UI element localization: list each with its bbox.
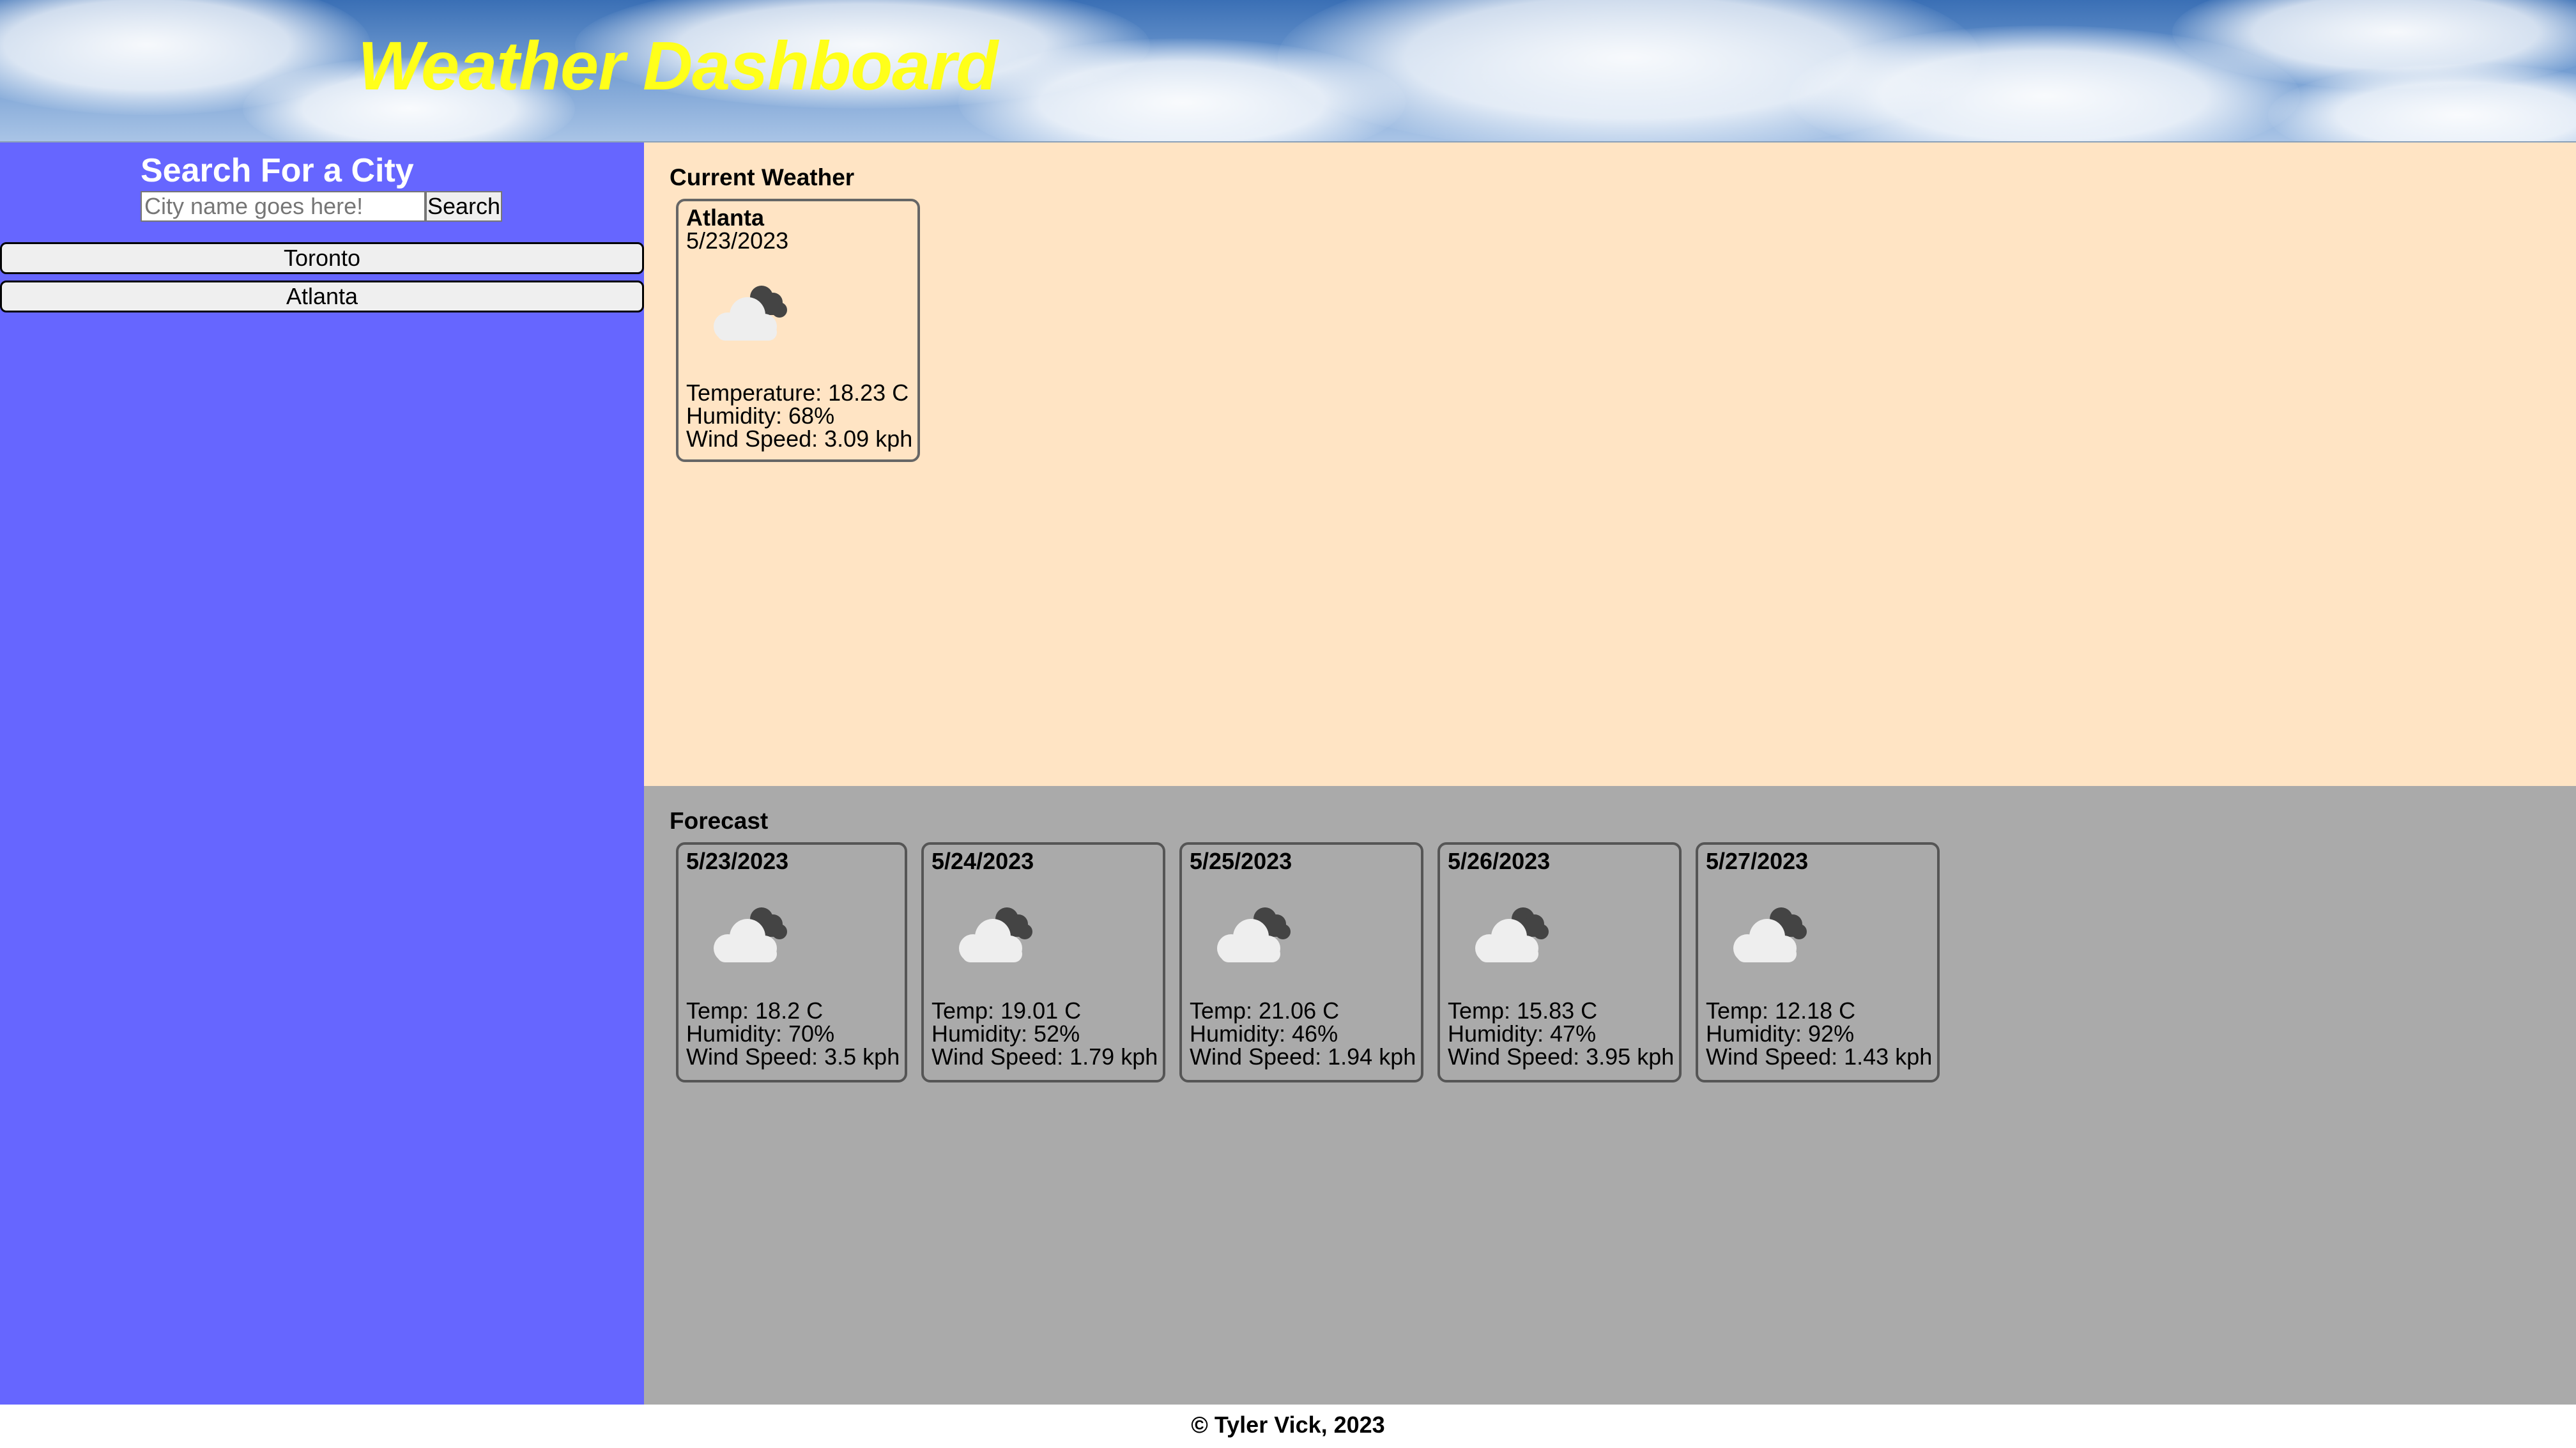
forecast-wind-speed: Wind Speed: 1.79 kph	[931, 1044, 1158, 1070]
forecast-title: Forecast	[670, 808, 769, 834]
cloudy-icon	[1202, 898, 1298, 969]
forecast-wind-speed: Wind Speed: 1.94 kph	[1190, 1044, 1416, 1070]
page: Weather Dashboard Search For a City Sear…	[0, 0, 2576, 1448]
search-heading: Search For a City	[141, 152, 414, 189]
forecast-humidity: Humidity: 47%	[1448, 1021, 1597, 1047]
forecast-humidity: Humidity: 46%	[1190, 1021, 1338, 1047]
forecast-date: 5/23/2023	[686, 848, 789, 874]
forecast-card: 5/23/2023 Temp: 18.2 C Humidity: 70% Win…	[676, 842, 907, 1082]
current-weather-card: Atlanta 5/23/2023 Temperature: 18.23 C H…	[676, 199, 920, 462]
forecast-date: 5/25/2023	[1190, 848, 1292, 874]
current-date: 5/23/2023	[686, 227, 789, 254]
history-button-atlanta[interactable]: Atlanta	[0, 281, 644, 312]
forecast-humidity: Humidity: 70%	[686, 1021, 835, 1047]
cloudy-icon	[699, 277, 795, 347]
cloudy-icon	[1719, 898, 1814, 969]
forecast-date: 5/26/2023	[1448, 848, 1551, 874]
forecast-card: 5/26/2023 Temp: 15.83 C Humidity: 47% Wi…	[1438, 842, 1682, 1082]
forecast-wind-speed: Wind Speed: 3.5 kph	[686, 1044, 900, 1070]
forecast-humidity: Humidity: 92%	[1706, 1021, 1855, 1047]
forecast-section: Forecast 5/23/2023 Temp: 18.2 C Humidity…	[644, 786, 2576, 1405]
forecast-card: 5/27/2023 Temp: 12.18 C Humidity: 92% Wi…	[1696, 842, 1940, 1082]
page-title: Weather Dashboard	[358, 27, 998, 104]
cloudy-icon	[1460, 898, 1556, 969]
header-banner: Weather Dashboard	[0, 0, 2576, 142]
cloudy-icon	[944, 898, 1040, 969]
current-wind-speed: Wind Speed: 3.09 kph	[686, 426, 913, 452]
search-history-list: Toronto Atlanta	[0, 242, 644, 319]
footer: © Tyler Vick, 2023	[0, 1405, 2576, 1448]
forecast-temp: Temp: 15.83 C	[1448, 997, 1598, 1024]
search-form: Search	[141, 191, 502, 222]
sidebar: Search For a City Search Toronto Atlanta	[0, 142, 644, 1405]
forecast-wind-speed: Wind Speed: 3.95 kph	[1448, 1044, 1675, 1070]
forecast-card: 5/24/2023 Temp: 19.01 C Humidity: 52% Wi…	[921, 842, 1165, 1082]
current-temperature: Temperature: 18.23 C	[686, 380, 909, 406]
city-search-input[interactable]	[141, 191, 425, 222]
forecast-humidity: Humidity: 52%	[931, 1021, 1080, 1047]
current-weather-section: Current Weather Atlanta 5/23/2023 Temper…	[644, 142, 2576, 786]
forecast-temp: Temp: 19.01 C	[931, 997, 1082, 1024]
forecast-temp: Temp: 21.06 C	[1190, 997, 1340, 1024]
forecast-card-list: 5/23/2023 Temp: 18.2 C Humidity: 70% Win…	[676, 842, 1954, 1082]
current-humidity: Humidity: 68%	[686, 403, 835, 429]
current-weather-title: Current Weather	[670, 164, 855, 190]
copyright-text: © Tyler Vick, 2023	[1191, 1412, 1385, 1438]
forecast-temp: Temp: 12.18 C	[1706, 997, 1856, 1024]
search-button[interactable]: Search	[425, 191, 502, 222]
forecast-card: 5/25/2023 Temp: 21.06 C Humidity: 46% Wi…	[1179, 842, 1423, 1082]
forecast-temp: Temp: 18.2 C	[686, 997, 824, 1024]
city-name: Atlanta	[686, 204, 765, 231]
forecast-date: 5/27/2023	[1706, 848, 1809, 874]
cloudy-icon	[699, 898, 795, 969]
forecast-date: 5/24/2023	[931, 848, 1034, 874]
forecast-wind-speed: Wind Speed: 1.43 kph	[1706, 1044, 1933, 1070]
history-button-toronto[interactable]: Toronto	[0, 242, 644, 274]
